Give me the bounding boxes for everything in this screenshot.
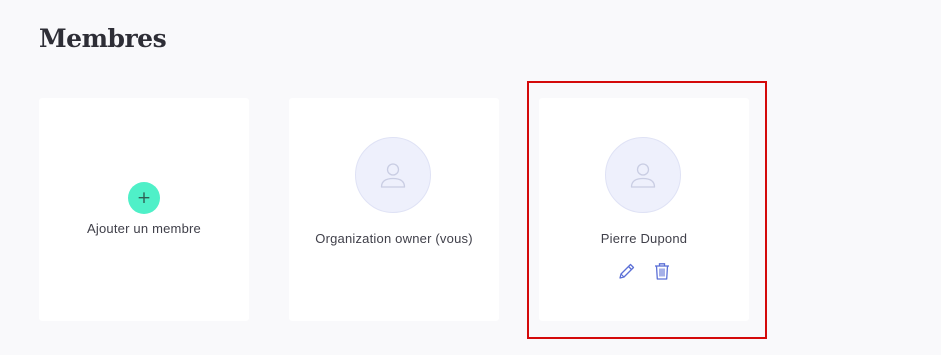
member-card-pierre-dupond: Pierre Dupond bbox=[539, 98, 749, 321]
page-title: Membres bbox=[39, 24, 167, 53]
user-icon bbox=[380, 163, 406, 188]
add-member-button[interactable]: + bbox=[128, 182, 160, 214]
avatar bbox=[605, 137, 681, 213]
delete-button[interactable] bbox=[652, 261, 672, 281]
trash-icon bbox=[654, 263, 669, 280]
edit-button[interactable] bbox=[617, 261, 637, 281]
plus-icon: + bbox=[136, 187, 152, 208]
edit-icon bbox=[618, 263, 634, 279]
add-member-label: Ajouter un membre bbox=[87, 221, 201, 236]
avatar bbox=[355, 137, 431, 213]
add-member-card[interactable]: + Ajouter un membre bbox=[39, 98, 249, 321]
member-name: Organization owner (vous) bbox=[315, 231, 473, 246]
member-name: Pierre Dupond bbox=[600, 231, 688, 246]
member-card-owner: Organization owner (vous) bbox=[289, 98, 499, 321]
member-actions bbox=[539, 261, 749, 281]
user-icon bbox=[630, 163, 656, 188]
